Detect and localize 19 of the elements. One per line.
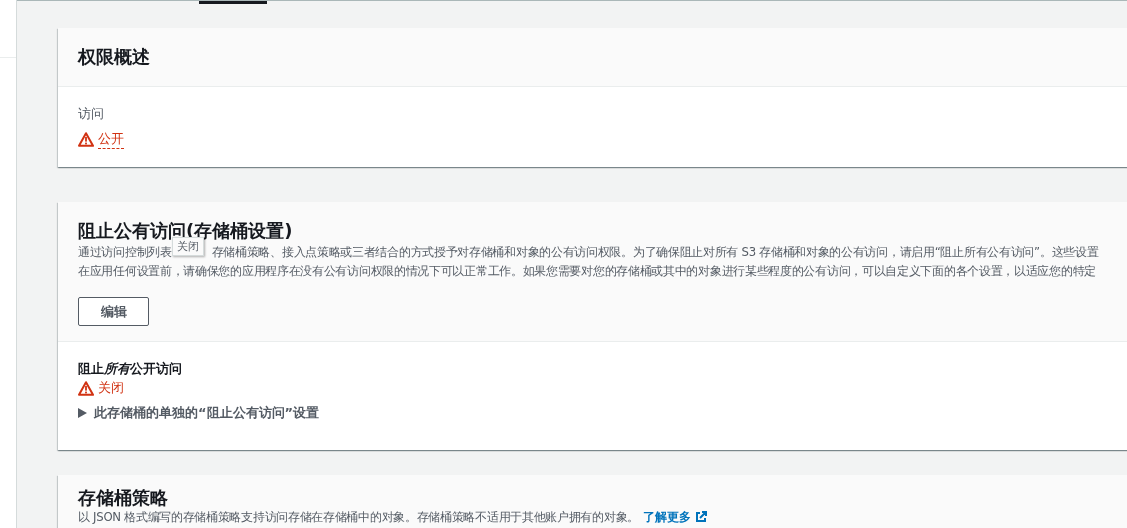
description-text: 通过访问控制列表 bbox=[78, 244, 172, 261]
external-link-icon bbox=[694, 511, 707, 523]
warning-icon bbox=[78, 131, 94, 147]
caret-right-icon bbox=[78, 408, 87, 418]
tooltip: 关闭 bbox=[172, 237, 204, 256]
warning-icon bbox=[78, 380, 94, 396]
setting-title: 阻止所有公开访问 bbox=[78, 360, 182, 378]
expander-toggle[interactable]: 此存储桶的单独的“阻止公有访问”设置 bbox=[78, 404, 320, 422]
active-tab-indicator bbox=[199, 1, 267, 4]
status-text: 公开 bbox=[98, 129, 124, 149]
description-text: 存储桶策略、接入点策略或三者结合的方式授予对存储桶和对象的公有访问权限。为了确保阻止对所有 S3 存储桶和对象的公有访问，请启用“阻止所有公有访问”。这些设置 bbox=[211, 244, 1099, 261]
section-title: 存储桶策略 bbox=[78, 487, 168, 509]
section-title: 权限概述 bbox=[78, 45, 150, 69]
description-text: 以 JSON 格式编写的存储桶策略支持访问存储在存储桶中的对象。存储桶策略不适用于其他账户拥有的对象。 bbox=[78, 509, 639, 525]
description-text: 在应用任何设置前，请确保您的应用程序在没有公有访问权限的情况下可以正常工作。如果您需要对您的存储桶或其中的对象进行某些程度的公有访问，可以自定义下面的各个设置，以适应您的特定 bbox=[78, 263, 1096, 280]
learn-more-link[interactable]: 了解更多 bbox=[642, 509, 691, 525]
status-text: 关闭 bbox=[98, 379, 124, 397]
edit-button[interactable]: 编辑 bbox=[78, 297, 149, 326]
field-label: 访问 bbox=[78, 105, 104, 123]
